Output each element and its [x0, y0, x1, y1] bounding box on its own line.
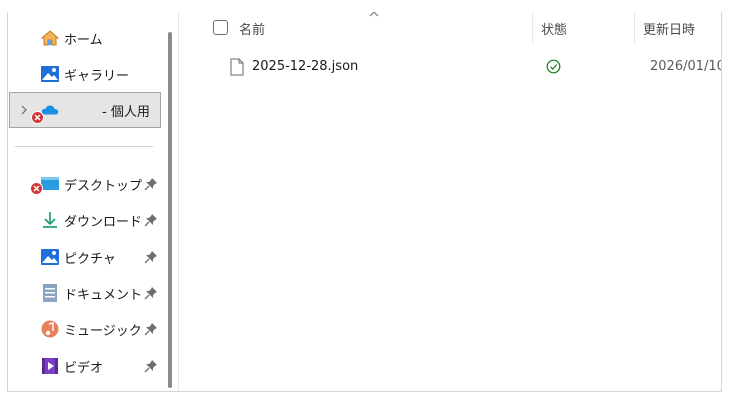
pin-icon[interactable] — [144, 286, 158, 300]
pin-icon[interactable] — [144, 322, 158, 336]
pin-icon[interactable] — [144, 359, 158, 373]
nav-item-music[interactable]: ミュージック — [8, 311, 161, 347]
nav-item-desktop[interactable]: デスクトップ — [8, 166, 161, 202]
pane-splitter[interactable] — [178, 12, 179, 391]
download-icon — [43, 212, 57, 228]
pin-icon[interactable] — [144, 213, 158, 227]
nav-item-downloads[interactable]: ダウンロード — [8, 202, 161, 238]
sort-ascending-icon — [369, 12, 379, 17]
nav-item-pictures[interactable]: ピクチャ — [8, 239, 161, 275]
desktop-icon — [41, 177, 59, 190]
navigation-pane: ホーム ギャラリー - 個人用 デスクトップ ダウンロード ピクチャ ドキュメン… — [8, 12, 170, 391]
nav-scrollbar[interactable] — [168, 32, 172, 388]
music-icon — [41, 320, 59, 338]
column-separator[interactable] — [532, 12, 533, 44]
nav-item-label: デスクトップ — [64, 178, 143, 194]
nav-item-label: - 個人用 — [102, 104, 150, 120]
chevron-right-icon[interactable] — [18, 103, 30, 117]
pin-icon[interactable] — [144, 177, 158, 191]
nav-divider — [15, 146, 153, 147]
nav-item-label: ビデオ — [64, 360, 104, 376]
sync-error-icon — [30, 182, 43, 195]
file-row[interactable]: 2025-12-28.json 2026/01/10 1 — [180, 52, 722, 82]
documents-icon — [43, 284, 57, 302]
nav-item-home[interactable]: ホーム — [8, 20, 161, 56]
pictures-icon — [41, 249, 59, 265]
select-all-checkbox[interactable] — [213, 20, 228, 35]
nav-item-documents[interactable]: ドキュメント — [8, 275, 161, 311]
status-check-icon — [546, 59, 561, 74]
nav-item-label: ギャラリー — [64, 68, 130, 84]
nav-item-label: ホーム — [64, 32, 103, 48]
pin-icon[interactable] — [144, 250, 158, 264]
column-header-status[interactable]: 状態 — [541, 12, 567, 44]
column-header-date-modified[interactable]: 更新日時 — [643, 12, 695, 44]
nav-item-onedrive-personal[interactable]: - 個人用 — [9, 92, 161, 128]
sync-error-icon — [31, 111, 44, 124]
nav-item-label: ドキュメント — [64, 287, 143, 303]
file-name: 2025-12-28.json — [252, 59, 359, 74]
column-separator[interactable] — [634, 12, 635, 44]
column-header-name[interactable]: 名前 — [239, 12, 265, 44]
nav-item-label: ピクチャ — [64, 251, 116, 267]
file-icon — [230, 58, 244, 76]
file-date-modified: 2026/01/10 1 — [650, 59, 722, 74]
videos-icon — [42, 358, 58, 374]
nav-item-videos[interactable]: ビデオ — [8, 348, 161, 384]
nav-item-label: ミュージック — [64, 323, 142, 339]
gallery-icon — [41, 66, 59, 82]
nav-item-gallery[interactable]: ギャラリー — [8, 56, 161, 92]
file-list-pane: 名前 状態 更新日時 2025-12-28.json 2026/01/10 1 — [180, 12, 722, 391]
nav-item-label: ダウンロード — [64, 214, 143, 230]
home-icon — [40, 30, 60, 46]
file-explorer-window: ホーム ギャラリー - 個人用 デスクトップ ダウンロード ピクチャ ドキュメン… — [7, 12, 722, 392]
